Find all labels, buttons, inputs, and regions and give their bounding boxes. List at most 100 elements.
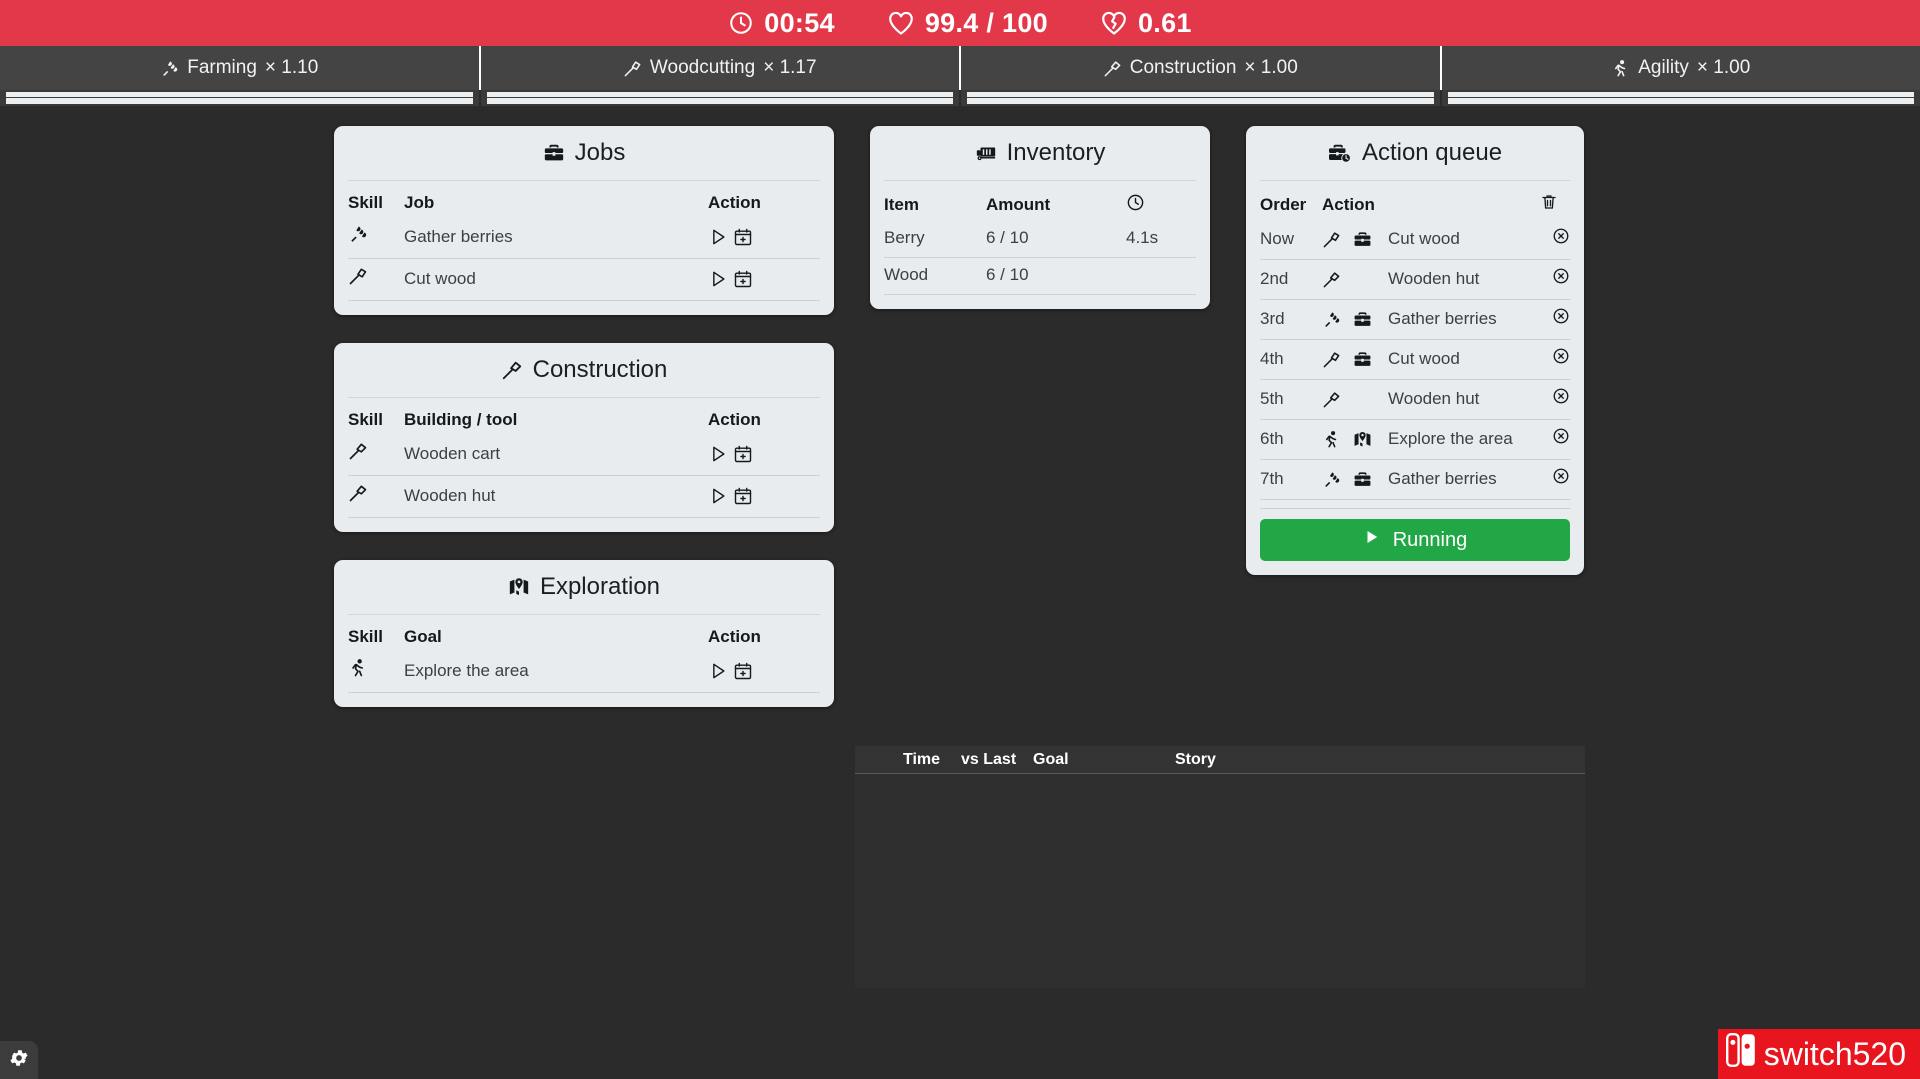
skill-tab-multiplier: × 1.00	[1697, 57, 1750, 79]
queue-order: 4th	[1260, 340, 1322, 380]
wheat-icon	[1322, 468, 1348, 487]
play-icon[interactable]	[708, 485, 733, 504]
skill-progress-construction	[961, 90, 1442, 106]
col-story: Story	[1175, 751, 1585, 769]
table-row: Wooden cart	[348, 434, 820, 476]
watermark: switch520	[1718, 1029, 1920, 1079]
play-icon[interactable]	[708, 443, 733, 462]
row-label: Cut wood	[404, 259, 708, 301]
queue-remove[interactable]	[1540, 260, 1570, 300]
item-time	[1126, 258, 1196, 295]
exploration-card: Exploration Skill Goal Action	[334, 560, 834, 707]
queue-remove[interactable]	[1540, 380, 1570, 420]
remove-circle-icon[interactable]	[1552, 390, 1570, 409]
col-action: Action	[708, 187, 820, 217]
col-goal: Goal	[404, 621, 708, 651]
remove-circle-icon[interactable]	[1552, 430, 1570, 449]
inventory-card-title: Inventory	[1007, 139, 1106, 167]
queue-remove[interactable]	[1540, 300, 1570, 340]
col-order: Order	[1260, 187, 1322, 220]
hammer-icon	[1322, 388, 1348, 407]
skill-tab-agility[interactable]: Agility × 1.00	[1442, 46, 1920, 90]
xp-track	[487, 98, 954, 104]
skill-tabs: Farming × 1.10 Woodcutting × 1.17 Constr…	[0, 46, 1920, 90]
right-column: Action queue Order Action	[1246, 126, 1584, 603]
col-time: Time	[855, 751, 961, 769]
calendar-plus-icon[interactable]	[733, 268, 753, 287]
queue-row: 5th Wooden hut	[1260, 380, 1570, 420]
inventory-card-header: Inventory	[884, 126, 1196, 181]
skill-tab-construction[interactable]: Construction × 1.00	[961, 46, 1442, 90]
play-icon[interactable]	[708, 268, 733, 287]
queue-remove[interactable]	[1540, 340, 1570, 380]
map-icon	[508, 576, 530, 598]
play-icon[interactable]	[708, 226, 733, 245]
remove-circle-icon[interactable]	[1552, 470, 1570, 489]
status-bar: 00:54 99.4 / 100 0.61	[0, 0, 1920, 46]
xp-track	[1448, 98, 1915, 104]
action-queue-body: Order Action	[1246, 181, 1584, 575]
trash-icon[interactable]	[1540, 196, 1558, 215]
row-skill-icon	[348, 434, 404, 476]
exploration-card-title: Exploration	[540, 573, 660, 601]
queue-row: 3rd Gather berries	[1260, 300, 1570, 340]
col-time	[1126, 187, 1196, 221]
queue-row: 7th Gather berries	[1260, 460, 1570, 500]
remove-circle-icon[interactable]	[1552, 230, 1570, 249]
queue-icons	[1322, 220, 1388, 260]
row-skill-icon	[348, 217, 404, 259]
calendar-plus-icon[interactable]	[733, 443, 753, 462]
skill-tab-label: Woodcutting	[650, 57, 755, 79]
hammer-icon	[501, 359, 523, 381]
remove-circle-icon[interactable]	[1552, 310, 1570, 329]
queue-label: Wooden hut	[1388, 260, 1540, 300]
settings-button[interactable]	[0, 1041, 38, 1079]
calendar-plus-icon[interactable]	[733, 226, 753, 245]
health-value: 99.4 / 100	[925, 8, 1048, 39]
story-log-body	[855, 774, 1585, 988]
queue-remove[interactable]	[1540, 460, 1570, 500]
run-toggle-button[interactable]: Running	[1260, 519, 1570, 561]
clock-icon	[728, 10, 754, 36]
heart-icon	[887, 10, 915, 36]
play-icon[interactable]	[708, 660, 733, 679]
inventory-table-header: Item Amount	[884, 187, 1196, 221]
wheat-icon	[160, 59, 179, 78]
briefcase-icon	[1353, 228, 1379, 247]
inventory-table: Item Amount	[884, 187, 1196, 295]
cart-icon	[975, 142, 997, 164]
queue-row: 2nd Wooden hut	[1260, 260, 1570, 300]
timer-value: 00:54	[764, 8, 835, 39]
skill-tab-multiplier: × 1.00	[1244, 57, 1297, 79]
jobs-card-title: Jobs	[575, 139, 626, 167]
skill-progress-agility	[1442, 90, 1920, 106]
hammer-icon	[1322, 268, 1348, 287]
run-toggle-label: Running	[1393, 529, 1468, 552]
calendar-plus-icon[interactable]	[733, 485, 753, 504]
skill-tab-farming[interactable]: Farming × 1.10	[0, 46, 481, 90]
col-skill: Skill	[348, 187, 404, 217]
queue-label: Wooden hut	[1388, 380, 1540, 420]
queue-remove[interactable]	[1540, 420, 1570, 460]
queue-remove[interactable]	[1540, 220, 1570, 260]
briefcase-icon	[543, 142, 565, 164]
skill-tab-multiplier: × 1.10	[265, 57, 318, 79]
briefcase-clock-icon	[1328, 142, 1352, 164]
skill-progress-strip	[0, 90, 1920, 106]
calendar-plus-icon[interactable]	[733, 660, 753, 679]
skill-tab-woodcutting[interactable]: Woodcutting × 1.17	[481, 46, 962, 90]
queue-row: 4th Cut wood	[1260, 340, 1570, 380]
hammer-icon	[348, 488, 368, 507]
level-track	[6, 92, 473, 97]
runner-icon	[1322, 428, 1348, 447]
inventory-card: Inventory Item Amount	[870, 126, 1210, 309]
jobs-table-header: Skill Job Action	[348, 187, 820, 217]
runner-icon	[1611, 59, 1630, 78]
runner-icon	[348, 663, 368, 682]
col-action: Action	[708, 621, 820, 651]
axe-icon	[623, 59, 642, 78]
remove-circle-icon[interactable]	[1552, 350, 1570, 369]
queue-order: 5th	[1260, 380, 1322, 420]
queue-label: Cut wood	[1388, 340, 1540, 380]
remove-circle-icon[interactable]	[1552, 270, 1570, 289]
